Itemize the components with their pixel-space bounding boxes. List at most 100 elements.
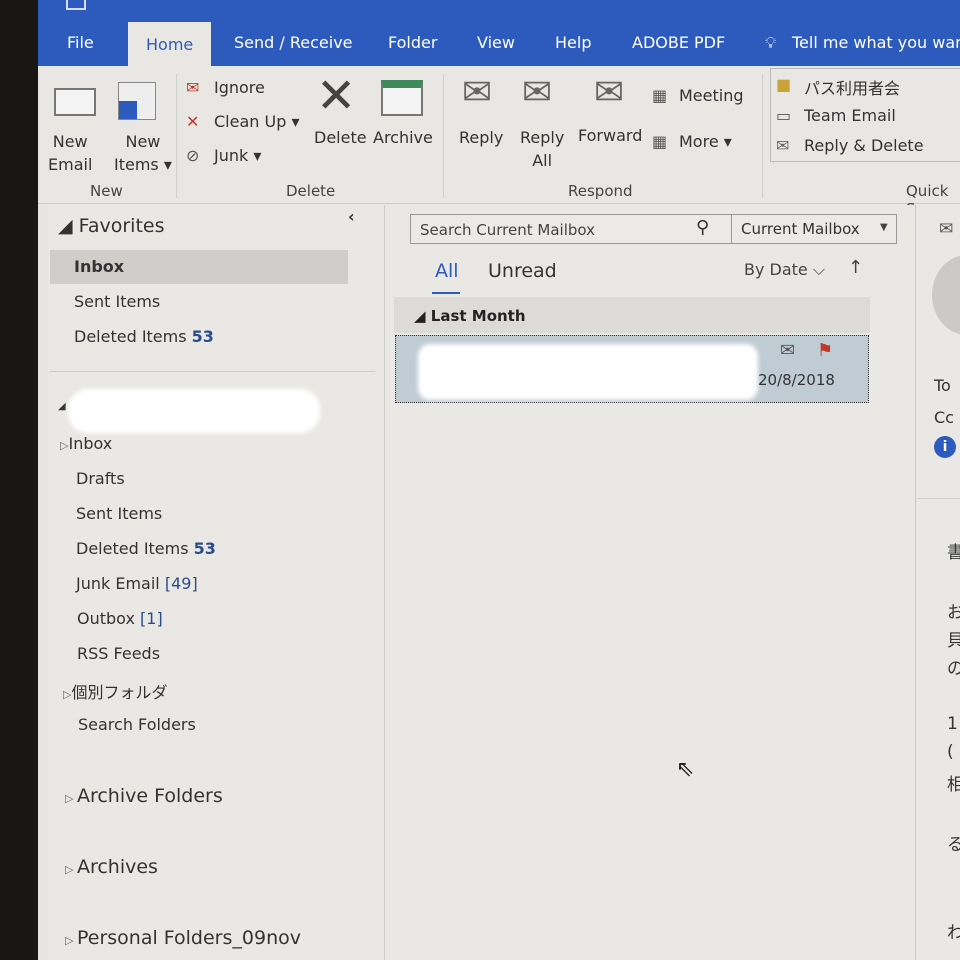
folder-sent-items[interactable]: Sent Items (76, 504, 162, 523)
folder-search-folders[interactable]: Search Folders (78, 715, 196, 734)
tab-send-receive[interactable]: Send / Receive (234, 33, 353, 52)
search-placeholder: Search Current Mailbox (420, 221, 595, 239)
message-date: 20/8/2018 (758, 371, 835, 389)
body-text: 相 (947, 775, 960, 795)
forward-icon: ✉ (594, 72, 625, 113)
item-count: [49] (164, 574, 198, 593)
more-icon: ▦ (652, 132, 668, 151)
store-archive-folders[interactable]: ▷ Archive Folders (65, 785, 223, 807)
sort-by-dropdown[interactable]: By Date ⌵ (744, 260, 825, 280)
clean-up-icon: ✕ (186, 112, 200, 131)
junk-icon: ⊘ (186, 146, 200, 165)
clean-up-button[interactable]: Clean Up ▾ (214, 112, 299, 131)
store-personal-folders[interactable]: ▷ Personal Folders_09nov (65, 927, 301, 949)
divider (762, 74, 763, 198)
label: Items ▾ (114, 155, 172, 174)
label: Archives (76, 856, 158, 878)
more-button[interactable]: More ▾ (679, 132, 732, 151)
label: Inbox (68, 434, 113, 453)
tab-file[interactable]: File (67, 33, 94, 52)
folder-outbox[interactable]: Outbox [1] (77, 609, 163, 628)
body-text: の (947, 659, 960, 679)
quick-step-item[interactable]: Reply & Delete (804, 136, 924, 155)
new-email-icon (54, 88, 96, 116)
tell-me-search[interactable]: Tell me what you wan (792, 33, 960, 52)
replied-icon: ✉ (780, 340, 796, 361)
label: Junk Email (76, 574, 160, 593)
search-input[interactable]: Search Current Mailbox ⚲ (410, 214, 732, 244)
avatar (932, 255, 960, 335)
tab-adobe-pdf[interactable]: ADOBE PDF (632, 33, 725, 52)
folder-drafts[interactable]: Drafts (76, 469, 125, 488)
favorite-sent-items[interactable]: Sent Items (74, 292, 160, 311)
label: Deleted Items (74, 327, 187, 346)
sort-direction-button[interactable]: ↑ (848, 257, 863, 278)
folder-inbox[interactable]: ▷Inbox (60, 434, 112, 453)
delete-icon: ✕ (316, 68, 357, 124)
body-text: お (947, 603, 960, 623)
lightbulb-icon: 💡︎ (765, 33, 777, 52)
message-list-pane: Search Current Mailbox ⚲ Current Mailbox… (386, 205, 916, 960)
divider (50, 371, 375, 372)
redacted-account-name (68, 389, 320, 433)
tab-help[interactable]: Help (555, 33, 591, 52)
divider (176, 74, 177, 198)
filter-all-tab[interactable]: All (435, 260, 459, 282)
active-tab-underline (432, 292, 460, 294)
quick-step-item[interactable]: パス利用者会 (804, 75, 900, 99)
message-item[interactable]: ✉ ⚑ 20/8/2018 (395, 335, 869, 403)
label: Personal Folders_09nov (76, 927, 301, 949)
reply-button[interactable]: Reply (459, 128, 503, 147)
meeting-button[interactable]: Meeting (679, 86, 744, 105)
body-text: る (947, 835, 960, 855)
folder-deleted-items[interactable]: Deleted Items 53 (76, 539, 216, 558)
body-text: 1 (947, 714, 958, 734)
group-label-delete: Delete (286, 182, 336, 200)
quick-step-item[interactable]: Team Email (804, 106, 896, 125)
delete-button[interactable]: Delete (314, 128, 367, 147)
reply-icon: ✉ (462, 72, 493, 113)
reply-icon[interactable]: ✉ (939, 219, 953, 239)
label: Reply (520, 128, 565, 147)
folder-icon: ■ (776, 75, 792, 94)
store-archives[interactable]: ▷ Archives (65, 856, 158, 878)
archive-button[interactable]: Archive (373, 128, 433, 147)
label: Deleted Items (76, 539, 189, 558)
folder-personal[interactable]: ▷個別フォルダ (63, 679, 167, 703)
new-email-button[interactable]: New Email (48, 130, 92, 176)
search-icon[interactable]: ⚲ (696, 217, 709, 238)
new-items-icon (118, 82, 156, 120)
ignore-icon: ✉ (186, 78, 200, 97)
label: New (125, 132, 161, 151)
ribbon: New Email New Items ▾ New ✉ Ignore ✕ Clean… (38, 66, 960, 218)
meeting-icon: ▦ (652, 86, 668, 105)
body-text: ( (947, 742, 954, 762)
chevron-down-icon: ▼ (880, 222, 888, 233)
new-items-button[interactable]: New Items ▾ (114, 130, 172, 176)
body-text: 書 (947, 543, 960, 563)
reply-all-icon: ✉ (522, 72, 553, 113)
favorite-inbox[interactable]: Inbox (74, 257, 124, 276)
tab-view[interactable]: View (477, 33, 515, 52)
folder-rss-feeds[interactable]: RSS Feeds (77, 644, 160, 663)
favorite-deleted-items[interactable]: Deleted Items 53 (74, 327, 214, 346)
ignore-button[interactable]: Ignore (214, 78, 265, 97)
reply-all-button[interactable]: Reply All (520, 126, 564, 172)
search-scope-dropdown[interactable]: Current Mailbox ▼ (731, 214, 897, 244)
folder-junk-email[interactable]: Junk Email [49] (76, 574, 198, 593)
reading-pane: ✉ To Cc i 書 お 貝 の 1 ( 相 る わ (917, 205, 960, 960)
junk-button[interactable]: Junk ▾ (214, 146, 261, 165)
body-text: 貝 (947, 631, 960, 651)
tab-folder[interactable]: Folder (388, 33, 437, 52)
scope-value: Current Mailbox (741, 220, 860, 238)
collapse-pane-button[interactable]: ‹ (348, 207, 355, 226)
filter-unread-tab[interactable]: Unread (488, 260, 557, 282)
info-icon[interactable]: i (934, 436, 956, 458)
flag-icon[interactable]: ⚑ (817, 340, 833, 361)
to-label: To (934, 376, 951, 395)
expand-arrow-icon[interactable]: ◢ (58, 401, 66, 412)
forward-button[interactable]: Forward (578, 126, 642, 145)
group-header[interactable]: ◢ Last Month (394, 297, 870, 333)
favorites-header[interactable]: ◢ Favorites (58, 215, 164, 237)
tab-home[interactable]: Home (128, 22, 212, 68)
